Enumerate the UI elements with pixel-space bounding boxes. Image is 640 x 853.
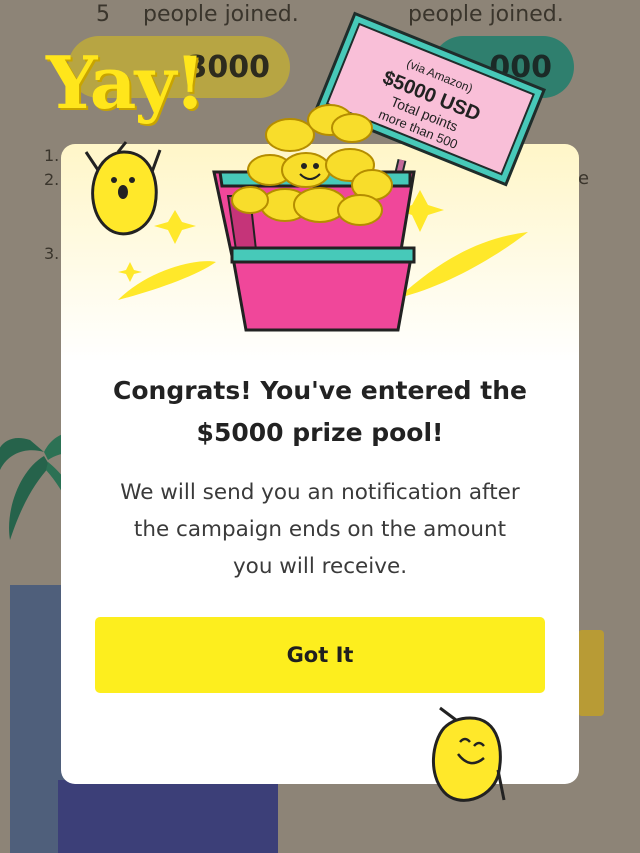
bg-split-pill-right: 000: [432, 36, 574, 98]
bg-building-bottom: [58, 780, 278, 853]
prize-pool-modal: Congrats! You've entered the $5000 prize…: [61, 144, 579, 784]
modal-message-line-2: the campaign ends on the amount: [133, 517, 507, 542]
modal-message: We will send you an notification after t…: [91, 474, 549, 585]
modal-message-line-3: you will receive.: [232, 554, 408, 579]
bg-joined-text-right: people joined.: [408, 2, 564, 27]
modal-message-line-1: We will send you an notification after: [120, 480, 520, 505]
modal-title-line-2: $5000 prize pool!: [196, 418, 444, 447]
bg-text-fragment: e: [578, 168, 590, 189]
got-it-button[interactable]: Got It: [95, 617, 545, 693]
bg-list-marker-3: 3.: [44, 244, 60, 263]
modal-title: Congrats! You've entered the $5000 prize…: [61, 370, 579, 454]
bg-joined-count: 5: [96, 2, 110, 27]
yay-headline: Yay!: [46, 40, 206, 125]
got-it-button-label: Got It: [286, 643, 354, 667]
bg-joined-text-left: people joined.: [143, 2, 299, 27]
modal-title-line-1: Congrats! You've entered the: [113, 376, 527, 405]
bg-list-marker-2: 2.: [44, 170, 60, 189]
bg-split-pill-right-label: 000: [489, 49, 552, 85]
bg-list-marker-1: 1.: [44, 146, 60, 165]
bg-lamp-right: [578, 630, 604, 716]
